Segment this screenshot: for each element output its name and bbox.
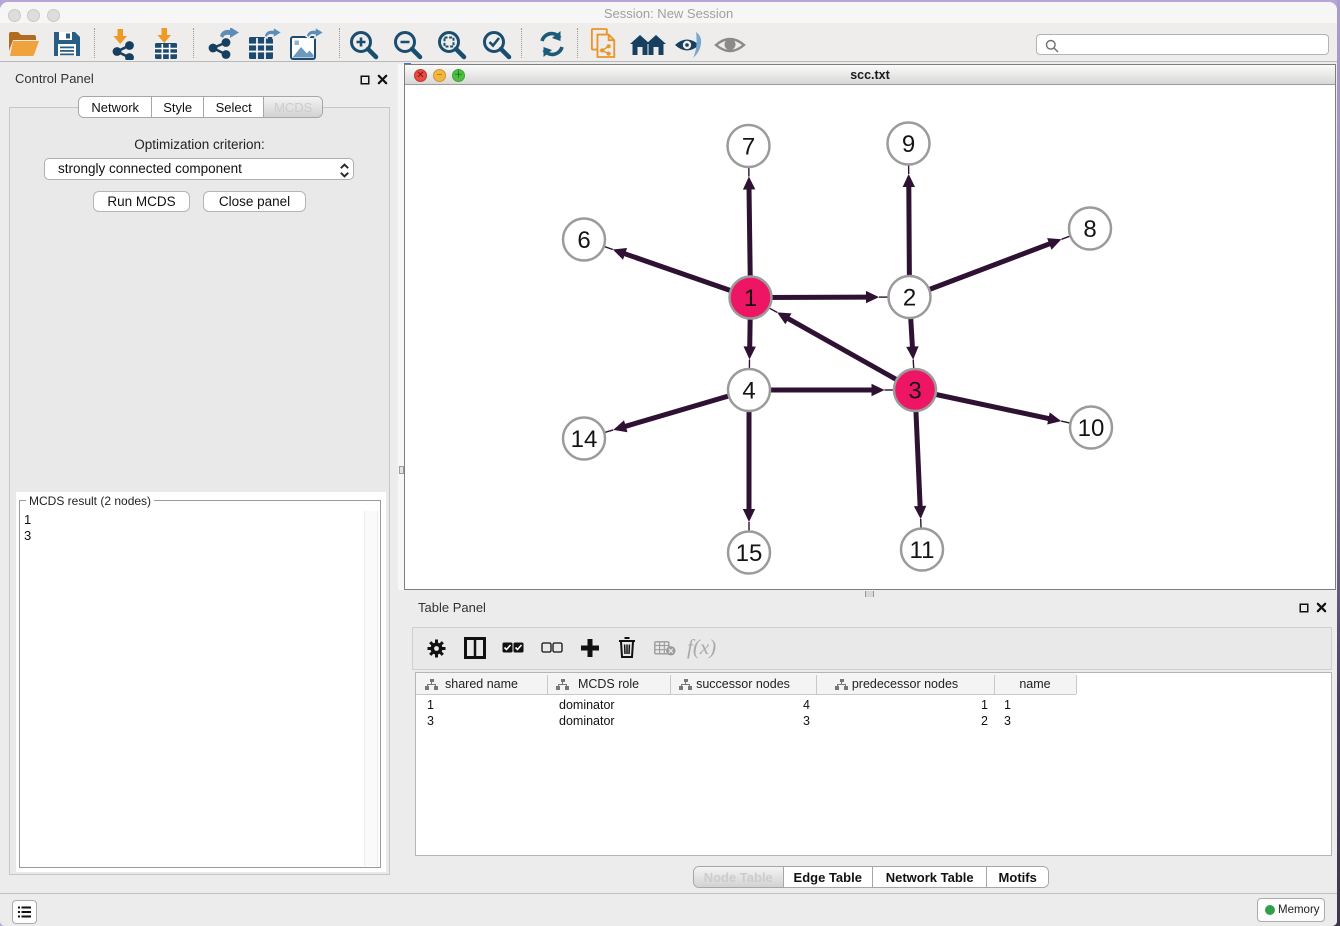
svg-text:1: 1 xyxy=(744,285,757,312)
svg-text:3: 3 xyxy=(908,378,921,405)
svg-text:2: 2 xyxy=(903,285,916,312)
svg-text:11: 11 xyxy=(910,537,935,564)
svg-text:4: 4 xyxy=(742,378,755,405)
svg-text:15: 15 xyxy=(736,540,763,567)
svg-text:8: 8 xyxy=(1083,216,1096,243)
svg-text:14: 14 xyxy=(571,426,598,453)
svg-text:9: 9 xyxy=(902,131,915,158)
svg-text:7: 7 xyxy=(742,134,755,161)
svg-text:10: 10 xyxy=(1078,415,1105,442)
svg-text:6: 6 xyxy=(577,227,590,254)
